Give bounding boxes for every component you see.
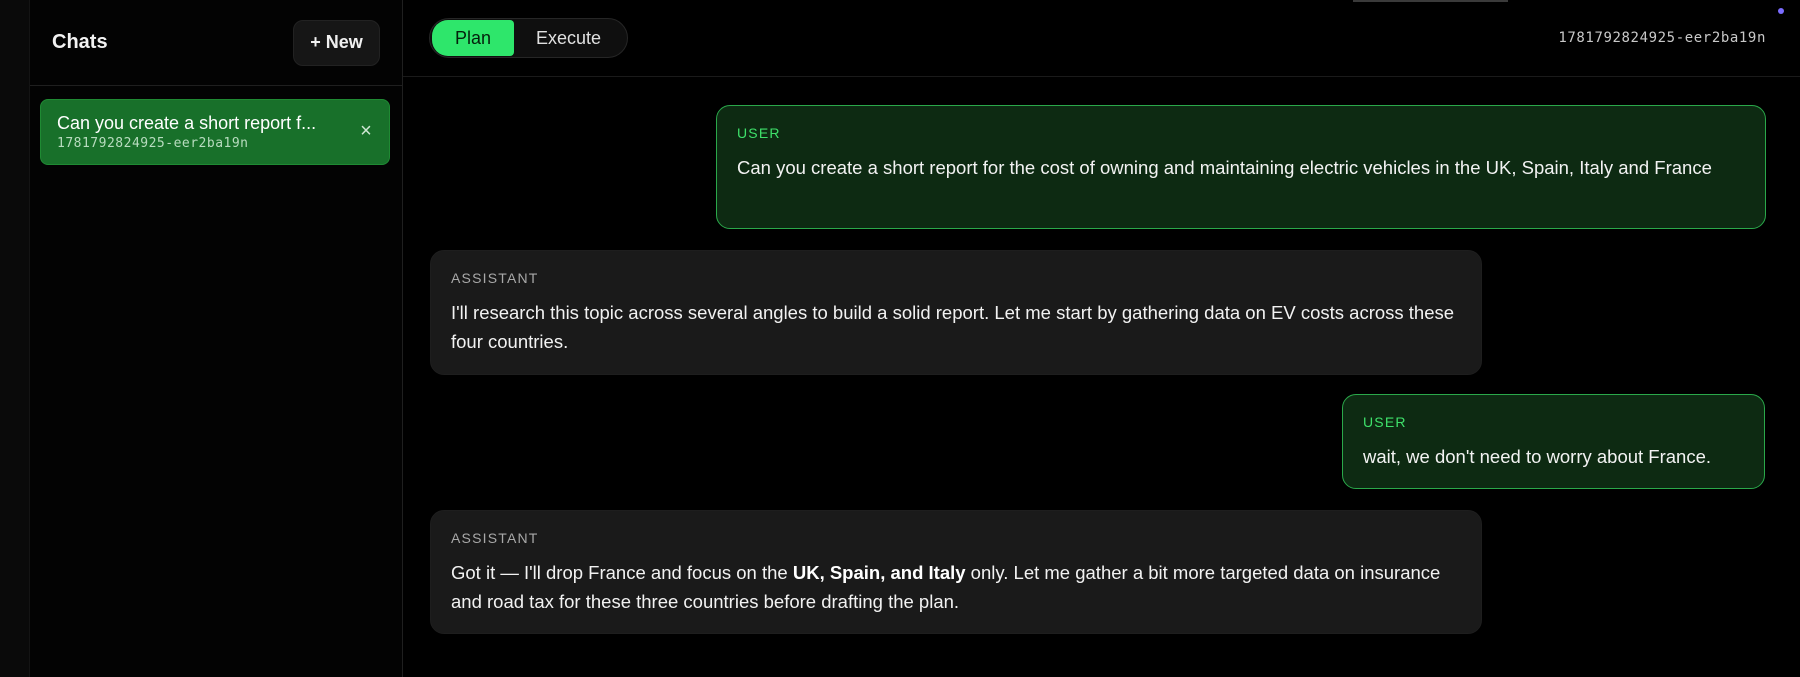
topbar: Plan Execute 1781792824925-eer2ba19n	[403, 0, 1800, 77]
message-role: ASSISTANT	[451, 270, 539, 286]
app-window: Chats + New Can you create a short repor…	[0, 0, 1800, 677]
message-list: USER Can you create a short report for t…	[403, 78, 1800, 677]
user-message: USER wait, we don't need to worry about …	[1342, 394, 1765, 489]
sidebar-header: Chats + New	[30, 0, 402, 86]
new-chat-button[interactable]: + New	[293, 19, 380, 66]
session-id: 1781792824925-eer2ba19n	[1558, 30, 1766, 46]
message-text-bold: UK, Spain, and Italy	[792, 562, 966, 583]
mode-plan-button[interactable]: Plan	[432, 20, 514, 56]
chat-list: Can you create a short report f... 17817…	[30, 86, 402, 165]
message-role: ASSISTANT	[451, 530, 539, 546]
assistant-message: ASSISTANT I'll research this topic acros…	[430, 250, 1482, 375]
message-text: Can you create a short report for the co…	[737, 157, 1712, 178]
left-gutter	[0, 0, 30, 677]
sidebar-title: Chats	[52, 31, 108, 53]
chat-item-id: 1781792824925-eer2ba19n	[57, 136, 249, 151]
status-dot	[1778, 8, 1784, 14]
user-message: USER Can you create a short report for t…	[716, 105, 1766, 229]
chat-list-item[interactable]: Can you create a short report f... 17817…	[40, 99, 390, 165]
message-role: USER	[737, 125, 781, 141]
main-panel: Plan Execute 1781792824925-eer2ba19n USE…	[403, 0, 1800, 677]
top-indicator	[1353, 0, 1508, 2]
message-text-part: Got it — I'll drop France and focus on t…	[451, 562, 793, 583]
chat-item-title: Can you create a short report f...	[57, 113, 317, 133]
message-role: USER	[1363, 414, 1407, 430]
close-icon[interactable]: ×	[357, 121, 375, 141]
assistant-message: ASSISTANT Got it — I'll drop France and …	[430, 510, 1482, 634]
mode-toggle: Plan Execute	[429, 18, 629, 58]
message-text: I'll research this topic across several …	[451, 302, 1455, 352]
sidebar: Chats + New Can you create a short repor…	[30, 0, 403, 677]
bottom-fade	[403, 657, 1800, 677]
mode-execute-button[interactable]: Execute	[514, 20, 625, 56]
message-text: wait, we don't need to worry about Franc…	[1363, 446, 1712, 467]
message-text: Got it — I'll drop France and focus on t…	[451, 558, 1461, 616]
